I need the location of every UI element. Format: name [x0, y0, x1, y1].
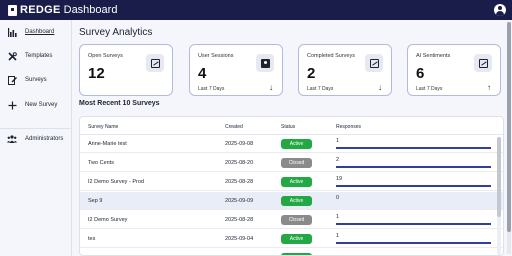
person-badge-icon[interactable] — [256, 54, 274, 72]
table-scroll-thumb[interactable] — [497, 137, 501, 217]
card-footer: Last 7 Days — [198, 86, 225, 92]
survey-name[interactable]: Two Cents — [88, 160, 114, 166]
sidebar-divider — [0, 128, 72, 129]
survey-name[interactable]: I2 Demo Survey — [88, 217, 127, 223]
sidebar-item-label: Dashboard — [25, 29, 55, 35]
table-row[interactable]: Sep 9 2025-09-09 Active 0 — [80, 192, 503, 210]
recent-surveys-table: Survey Name Created Status Responses Ann… — [79, 116, 504, 256]
responses-count: 1 — [336, 138, 340, 144]
table-row[interactable]: tes 2025-09-04 Active 1 — [80, 230, 503, 248]
column-header[interactable]: Responses — [336, 124, 361, 130]
app-title: Dashboard — [63, 4, 118, 16]
arrow-down-icon: ↓ — [378, 83, 382, 92]
card-footer: Last 7 Days — [416, 86, 443, 92]
survey-name[interactable]: I2 Demo Survey - Prod — [88, 179, 144, 185]
external-link-icon[interactable] — [474, 54, 492, 72]
card-value: 6 — [416, 65, 425, 82]
page-scroll-thumb[interactable] — [507, 22, 511, 232]
card-title: User Sessions — [198, 53, 234, 59]
sidebar: Dashboard Templates Surveys New Survey A… — [0, 20, 72, 256]
status-badge: Active — [281, 177, 312, 187]
responses-count: 19 — [336, 176, 343, 182]
responses-bar — [336, 166, 491, 168]
external-link-icon[interactable] — [365, 54, 383, 72]
sidebar-item-new-survey[interactable]: New Survey — [0, 97, 72, 113]
main-content: Survey Analytics Open Surveys 12 User Se… — [72, 20, 512, 256]
column-header[interactable]: Status — [281, 124, 295, 130]
section-title: Most Recent 10 Surveys — [79, 100, 160, 107]
status-badge: Closed — [281, 215, 312, 225]
card-completed-surveys: Completed Surveys 2 Last 7 Days ↓ — [298, 44, 392, 96]
card-user-sessions: User Sessions 4 Last 7 Days ↓ — [189, 44, 283, 96]
sidebar-item-label: Surveys — [25, 77, 47, 83]
survey-name[interactable]: tes — [88, 236, 95, 242]
table-row[interactable]: 2025-09-...Active — [80, 249, 503, 255]
app-logo[interactable]: REDGE Dashboard — [8, 4, 117, 16]
responses-count: 1 — [336, 233, 340, 239]
status-badge: Active — [281, 139, 312, 149]
plus-icon — [7, 100, 17, 110]
status-badge: Active — [281, 234, 312, 244]
column-header[interactable]: Created — [225, 124, 243, 130]
created-date: 2025-08-20 — [225, 160, 254, 166]
created-date: 2025-09-09 — [225, 198, 254, 204]
table-row[interactable]: I2 Demo Survey 2025-08-28 Closed 1 — [80, 211, 503, 229]
responses-bar — [336, 147, 491, 149]
responses-count: 2 — [336, 157, 340, 163]
sidebar-item-templates[interactable]: Templates — [0, 48, 72, 64]
responses-count: 1 — [336, 214, 340, 220]
brand-name: REDGE — [20, 4, 61, 16]
external-link-icon[interactable] — [146, 54, 164, 72]
group-icon — [7, 134, 17, 144]
card-value: 2 — [307, 65, 316, 82]
user-account-icon[interactable] — [494, 4, 506, 16]
card-title: Completed Surveys — [307, 53, 355, 59]
card-footer: Last 7 Days — [307, 86, 334, 92]
bar-chart-icon — [7, 27, 17, 37]
page-title: Survey Analytics — [79, 27, 153, 38]
responses-bar — [336, 185, 491, 187]
logo-mark-icon — [8, 4, 17, 16]
arrow-up-icon: ↑ — [487, 83, 491, 92]
table-row[interactable]: I2 Demo Survey - Prod 2025-08-28 Active 19 — [80, 173, 503, 191]
survey-name[interactable]: Sep 9 — [88, 198, 102, 204]
sidebar-item-dashboard[interactable]: Dashboard — [0, 24, 72, 40]
sidebar-item-label: Templates — [25, 53, 53, 59]
survey-icon — [7, 75, 17, 85]
table-row[interactable]: Anne-Marie test 2025-09-08 Active 1 — [80, 135, 503, 153]
status-badge: Active — [281, 196, 312, 206]
tools-icon — [7, 51, 17, 61]
created-date: 2025-09-08 — [225, 141, 254, 147]
responses-bar — [336, 223, 491, 225]
responses-count: 0 — [336, 195, 340, 201]
status-badge: Closed — [281, 158, 312, 168]
card-value: 12 — [88, 65, 105, 82]
sidebar-item-label: Administrators — [25, 136, 64, 142]
sidebar-item-administrators[interactable]: Administrators — [0, 131, 72, 147]
created-date: 2025-08-28 — [225, 179, 254, 185]
column-header[interactable]: Survey Name — [88, 124, 118, 130]
table-header: Survey Name Created Status Responses — [80, 117, 503, 135]
created-date: 2025-09-04 — [225, 236, 254, 242]
card-title: AI Sentiments — [416, 53, 451, 59]
card-title: Open Surveys — [88, 53, 123, 59]
sidebar-item-label: New Survey — [25, 102, 58, 108]
top-bar: REDGE Dashboard — [0, 0, 512, 20]
card-ai-sentiments: AI Sentiments 6 Last 7 Days ↑ — [407, 44, 501, 96]
card-open-surveys: Open Surveys 12 — [79, 44, 173, 96]
survey-name[interactable]: Anne-Marie test — [88, 141, 127, 147]
table-scrollbar[interactable] — [497, 137, 501, 255]
page-scrollbar[interactable] — [507, 22, 511, 254]
arrow-down-icon: ↓ — [269, 83, 273, 92]
responses-bar — [336, 242, 491, 244]
created-date: 2025-08-28 — [225, 217, 254, 223]
sidebar-item-surveys[interactable]: Surveys — [0, 72, 72, 88]
table-row[interactable]: Two Cents 2025-08-20 Closed 2 — [80, 154, 503, 172]
card-value: 4 — [198, 65, 207, 82]
